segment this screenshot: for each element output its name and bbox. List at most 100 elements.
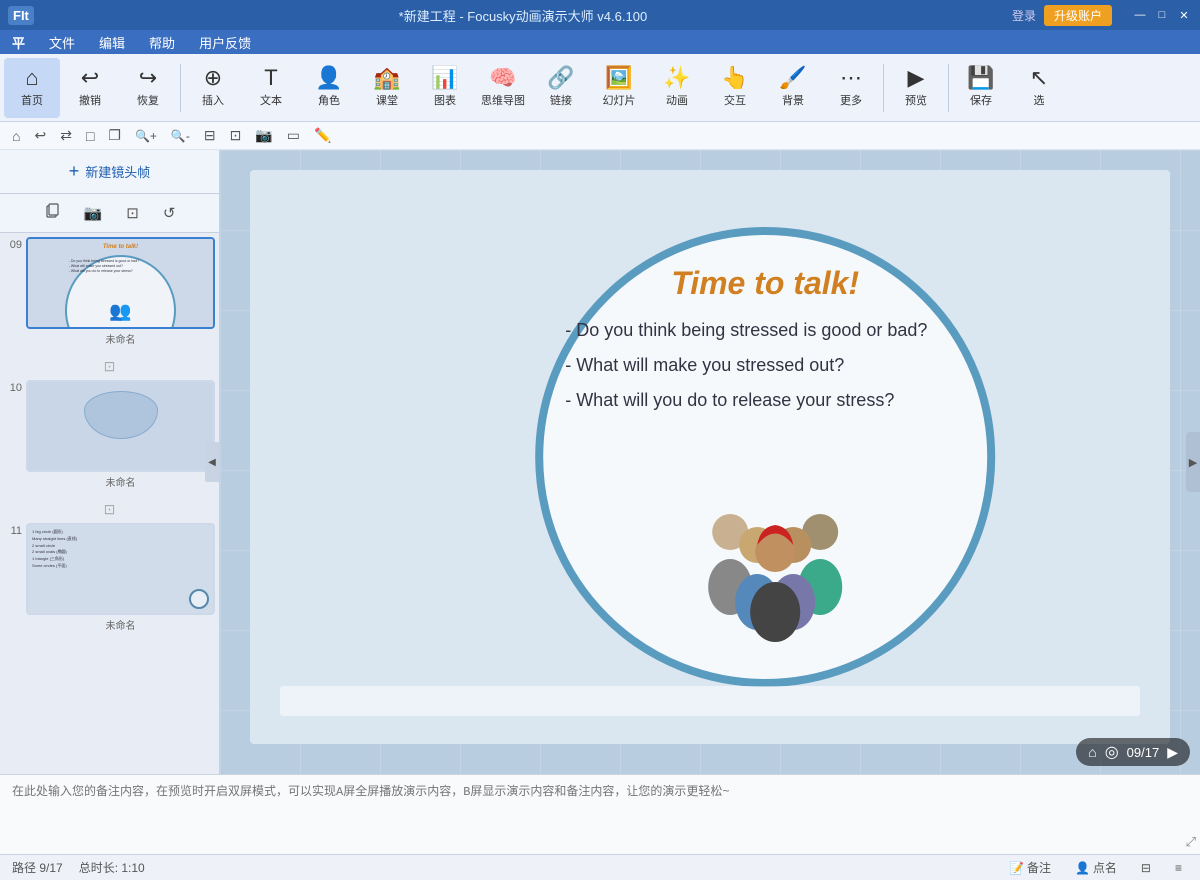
sub-toolbar: ⌂ ↩ ⇄ □ ❐ 🔍+ 🔍- ⊟ ⊡ 📷 ▭ ✏️ (0, 122, 1200, 150)
status-right: 📝 备注 👤 点名 ⊟ ≡ (1003, 858, 1188, 877)
slide-label-09: 未命名 (26, 331, 215, 346)
toolbar-slide[interactable]: 🖼️ 幻灯片 (591, 58, 647, 118)
list-item: 11 1 big circle (圆形) Many straight lines… (4, 523, 215, 632)
right-panel-collapse[interactable]: ▶ (1186, 432, 1200, 492)
subtool-zoomout[interactable]: 🔍- (167, 127, 194, 145)
slide-content[interactable]: Time to talk! - Do you think being stres… (250, 170, 1170, 744)
copy-frame-button[interactable] (38, 200, 66, 226)
slide-panel: + 新建镜头帧 📷 ⊡ ↺ 09 Time to talk! (0, 150, 220, 774)
subtool-align2[interactable]: ⊡ (226, 125, 246, 146)
menu-bar: 平 文件 编辑 帮助 用户反馈 (0, 30, 1200, 54)
screenshot-button[interactable]: 📷 (78, 201, 109, 225)
page-prev-button[interactable]: ⌂ (1088, 744, 1096, 760)
notes-area: ⤢ (0, 774, 1200, 854)
link-icon: 🔗 (547, 67, 574, 89)
slide-spacer-1: ⊡ (4, 352, 215, 380)
toolbar-home[interactable]: ⌂ 首页 (4, 58, 60, 118)
subtool-camera[interactable]: 📷 (251, 125, 276, 146)
slide-list: 09 Time to talk! - Do you think being st… (0, 233, 219, 774)
slide-thumbnail-09[interactable]: Time to talk! - Do you think being stres… (26, 237, 215, 329)
toolbar-undo[interactable]: ↩ 撤销 (62, 58, 118, 118)
toolbar-background[interactable]: 🖌️ 背景 (765, 58, 821, 118)
subtool-rect[interactable]: ▭ (283, 125, 304, 146)
duration-info: 总时长: 1:10 (79, 859, 145, 876)
subtool-pen[interactable]: ✏️ (310, 125, 335, 146)
fit-button[interactable]: ⊡ (120, 201, 145, 225)
spacer-icon: ⊡ (104, 358, 116, 375)
toolbar-text[interactable]: T 文本 (243, 58, 299, 118)
toolbar-interact[interactable]: 👆 交互 (707, 58, 763, 118)
slide-icon: 🖼️ (605, 67, 632, 89)
toolbar-preview[interactable]: ▶ 预览 (888, 58, 944, 118)
menu-item-help[interactable]: 帮助 (145, 31, 179, 54)
subtool-back[interactable]: ↩ (30, 125, 50, 146)
frame-actions: 📷 ⊡ ↺ (0, 194, 219, 233)
menu-item-edit[interactable]: 编辑 (95, 31, 129, 54)
circle-container: Time to talk! - Do you think being stres… (535, 227, 995, 687)
status-bar: 路径 9/17 总时长: 1:10 📝 备注 👤 点名 ⊟ ≡ (0, 854, 1200, 880)
page-next-button[interactable]: ▶ (1167, 744, 1178, 761)
undo-icon: ↩ (81, 67, 99, 89)
toolbar-chart[interactable]: 📊 图表 (417, 58, 473, 118)
notes-button[interactable]: 📝 备注 (1003, 858, 1057, 877)
mindmap-icon: 🧠 (489, 67, 516, 89)
notes-input[interactable] (0, 775, 1176, 854)
notes-expand-button[interactable]: ⤢ (1176, 775, 1200, 854)
restore-button[interactable]: □ (1154, 7, 1170, 23)
new-frame-button[interactable]: + 新建镜头帧 (0, 150, 219, 194)
chart-icon: 📊 (431, 67, 458, 89)
upgrade-button[interactable]: 升级账户 (1044, 5, 1112, 26)
subtool-switch[interactable]: ⇄ (56, 125, 76, 146)
spacer-icon-2: ⊡ (104, 501, 116, 518)
menu-item-feedback[interactable]: 用户反馈 (195, 31, 255, 54)
subtool-align1[interactable]: ⊟ (200, 125, 220, 146)
window-title: *新建工程 - Focusky动画演示大师 v4.6.100 (34, 6, 1012, 25)
text-icon: T (264, 67, 277, 89)
subtool-frame2[interactable]: ❐ (104, 125, 125, 146)
slide-number: 10 (4, 380, 22, 394)
slide-label-11: 未命名 (26, 617, 215, 632)
toolbar-insert[interactable]: ⊕ 插入 (185, 58, 241, 118)
settings-button[interactable]: ≡ (1169, 860, 1188, 876)
close-button[interactable]: ✕ (1176, 7, 1192, 23)
question-1: - Do you think being stressed is good or… (565, 317, 965, 344)
subtool-zoomin[interactable]: 🔍+ (131, 127, 161, 145)
toolbar-link[interactable]: 🔗 链接 (533, 58, 589, 118)
title-bar: FIt *新建工程 - Focusky动画演示大师 v4.6.100 登录 升级… (0, 0, 1200, 30)
subtool-frame1[interactable]: □ (82, 126, 98, 146)
toolbar-more[interactable]: ⋯ 更多 (823, 58, 879, 118)
login-button[interactable]: 登录 (1012, 7, 1036, 24)
slide-label-10: 未命名 (26, 474, 215, 489)
page-nav-circle[interactable]: ◎ (1105, 742, 1119, 762)
slide-thumbnail-11[interactable]: 1 big circle (圆形) Many straight lines (直… (26, 523, 215, 615)
slide-number: 11 (4, 523, 22, 537)
toolbar-animation[interactable]: ✨ 动画 (649, 58, 705, 118)
toolbar-select[interactable]: ↖ 选 (1011, 58, 1067, 118)
select-icon: ↖ (1030, 67, 1048, 89)
redo-icon: ↪ (139, 67, 157, 89)
toolbar-save[interactable]: 💾 保存 (953, 58, 1009, 118)
title-bar-right: 登录 升级账户 — □ ✕ (1012, 5, 1192, 26)
slide-thumbnail-10[interactable] (26, 380, 215, 472)
fullscreen-button[interactable]: ⊟ (1135, 860, 1157, 876)
minimize-button[interactable]: — (1132, 7, 1148, 23)
list-item: 09 Time to talk! - Do you think being st… (4, 237, 215, 346)
menu-item-file[interactable]: 文件 (45, 31, 79, 54)
toolbar-redo[interactable]: ↪ 恢复 (120, 58, 176, 118)
app-icon: FIt (8, 6, 34, 25)
interact-icon: 👆 (721, 67, 748, 89)
toolbar-mindmap[interactable]: 🧠 思维导图 (475, 58, 531, 118)
roll-call-button[interactable]: 👤 点名 (1069, 858, 1123, 877)
canvas-area[interactable]: Time to talk! - Do you think being stres… (220, 150, 1200, 774)
toolbar-classroom[interactable]: 🏫 课堂 (359, 58, 415, 118)
people-figure (675, 497, 855, 647)
toolbar-role[interactable]: 👤 角色 (301, 58, 357, 118)
menu-item-logo[interactable]: 平 (8, 31, 29, 54)
reset-button[interactable]: ↺ (157, 201, 182, 225)
question-2: - What will make you stressed out? (565, 352, 965, 379)
toolbar-sep-3 (948, 64, 949, 112)
page-indicator: ⌂ ◎ 09/17 ▶ (1076, 738, 1190, 766)
panel-collapse-button[interactable]: ◀ (205, 442, 219, 482)
more-icon: ⋯ (840, 67, 862, 89)
subtool-home[interactable]: ⌂ (8, 126, 24, 146)
